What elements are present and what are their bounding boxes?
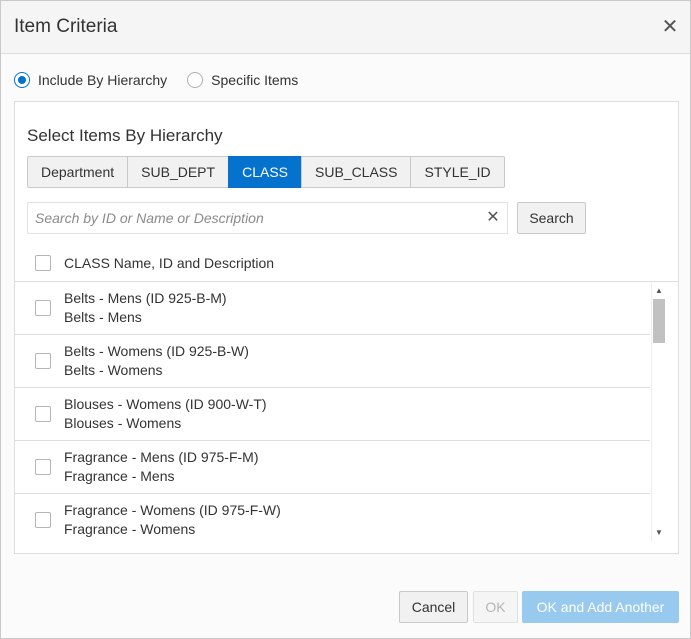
row-title: Fragrance - Mens (ID 975-F-M): [64, 449, 259, 465]
radio-include-by-hierarchy[interactable]: Include By Hierarchy: [14, 72, 167, 88]
row-checkbox[interactable]: [35, 459, 51, 475]
row-title: Blouses - Womens (ID 900-W-T): [64, 396, 267, 412]
section-title: Select Items By Hierarchy: [27, 126, 223, 145]
row-text: Fragrance - Mens (ID 975-F-M) Fragrance …: [64, 448, 258, 486]
list-item[interactable]: Fragrance - Mens (ID 975-F-M) Fragrance …: [15, 441, 650, 494]
hierarchy-tabs: Department SUB_DEPT CLASS SUB_CLASS STYL…: [27, 156, 505, 188]
tab-sub-class[interactable]: SUB_CLASS: [301, 156, 412, 188]
close-icon[interactable]: ✕: [660, 15, 680, 39]
radio-specific-items[interactable]: Specific Items: [187, 72, 298, 88]
row-checkbox[interactable]: [35, 353, 51, 369]
mode-radio-group: Include By Hierarchy Specific Items: [14, 70, 318, 90]
clear-icon[interactable]: ✕: [485, 208, 501, 228]
row-checkbox[interactable]: [35, 512, 51, 528]
row-text: Fragrance - Womens (ID 975-F-W) Fragranc…: [64, 501, 281, 539]
list-item[interactable]: Fragrance - Womens (ID 975-F-W) Fragranc…: [15, 494, 650, 542]
list-header-label: CLASS Name, ID and Description: [64, 254, 275, 271]
row-description: Belts - Womens: [64, 362, 163, 378]
search-input[interactable]: [28, 203, 483, 233]
tab-class[interactable]: CLASS: [228, 156, 302, 188]
cancel-button[interactable]: Cancel: [399, 591, 468, 623]
row-checkbox[interactable]: [35, 406, 51, 422]
dialog-title: Item Criteria: [14, 16, 118, 37]
row-description: Fragrance - Mens: [64, 468, 175, 484]
radio-unselected-icon[interactable]: [187, 72, 204, 88]
row-description: Belts - Mens: [64, 309, 142, 325]
radio-selected-icon[interactable]: [14, 72, 30, 88]
row-checkbox[interactable]: [35, 300, 51, 316]
scroll-up-icon[interactable]: ▲: [652, 284, 666, 298]
hierarchy-panel: Select Items By Hierarchy Department SUB…: [14, 101, 679, 554]
class-list: Belts - Mens (ID 925-B-M) Belts - Mens B…: [15, 282, 678, 542]
dialog-header: Item Criteria ✕: [1, 1, 690, 54]
list-item[interactable]: Belts - Mens (ID 925-B-M) Belts - Mens: [15, 282, 650, 335]
select-all-checkbox[interactable]: [35, 254, 51, 271]
tab-department[interactable]: Department: [27, 156, 129, 188]
row-text: Blouses - Womens (ID 900-W-T) Blouses - …: [64, 395, 267, 433]
row-text: Belts - Womens (ID 925-B-W) Belts - Wome…: [64, 342, 249, 380]
list-item[interactable]: Belts - Womens (ID 925-B-W) Belts - Wome…: [15, 335, 650, 388]
tab-style-id[interactable]: STYLE_ID: [410, 156, 505, 188]
radio-label: Specific Items: [211, 72, 299, 88]
search-box: ✕: [27, 202, 508, 234]
list-rows: Belts - Mens (ID 925-B-M) Belts - Mens B…: [15, 282, 650, 542]
ok-and-add-another-button[interactable]: OK and Add Another: [522, 591, 679, 623]
row-text: Belts - Mens (ID 925-B-M) Belts - Mens: [64, 289, 227, 327]
row-title: Belts - Womens (ID 925-B-W): [64, 343, 249, 359]
list-item[interactable]: Blouses - Womens (ID 900-W-T) Blouses - …: [15, 388, 650, 441]
row-title: Belts - Mens (ID 925-B-M): [64, 290, 227, 306]
radio-label: Include By Hierarchy: [38, 72, 168, 88]
item-criteria-dialog: Item Criteria ✕ Include By Hierarchy Spe…: [0, 0, 691, 639]
tab-sub-dept[interactable]: SUB_DEPT: [127, 156, 230, 188]
vertical-scrollbar[interactable]: ▲ ▼: [651, 282, 665, 542]
scroll-thumb[interactable]: [653, 299, 665, 343]
ok-button[interactable]: OK: [473, 591, 518, 623]
row-description: Fragrance - Womens: [64, 521, 196, 537]
search-button[interactable]: Search: [517, 202, 586, 234]
row-title: Fragrance - Womens (ID 975-F-W): [64, 502, 281, 518]
list-header: CLASS Name, ID and Description: [15, 244, 678, 282]
scroll-down-icon[interactable]: ▼: [652, 526, 666, 540]
row-description: Blouses - Womens: [64, 415, 182, 431]
